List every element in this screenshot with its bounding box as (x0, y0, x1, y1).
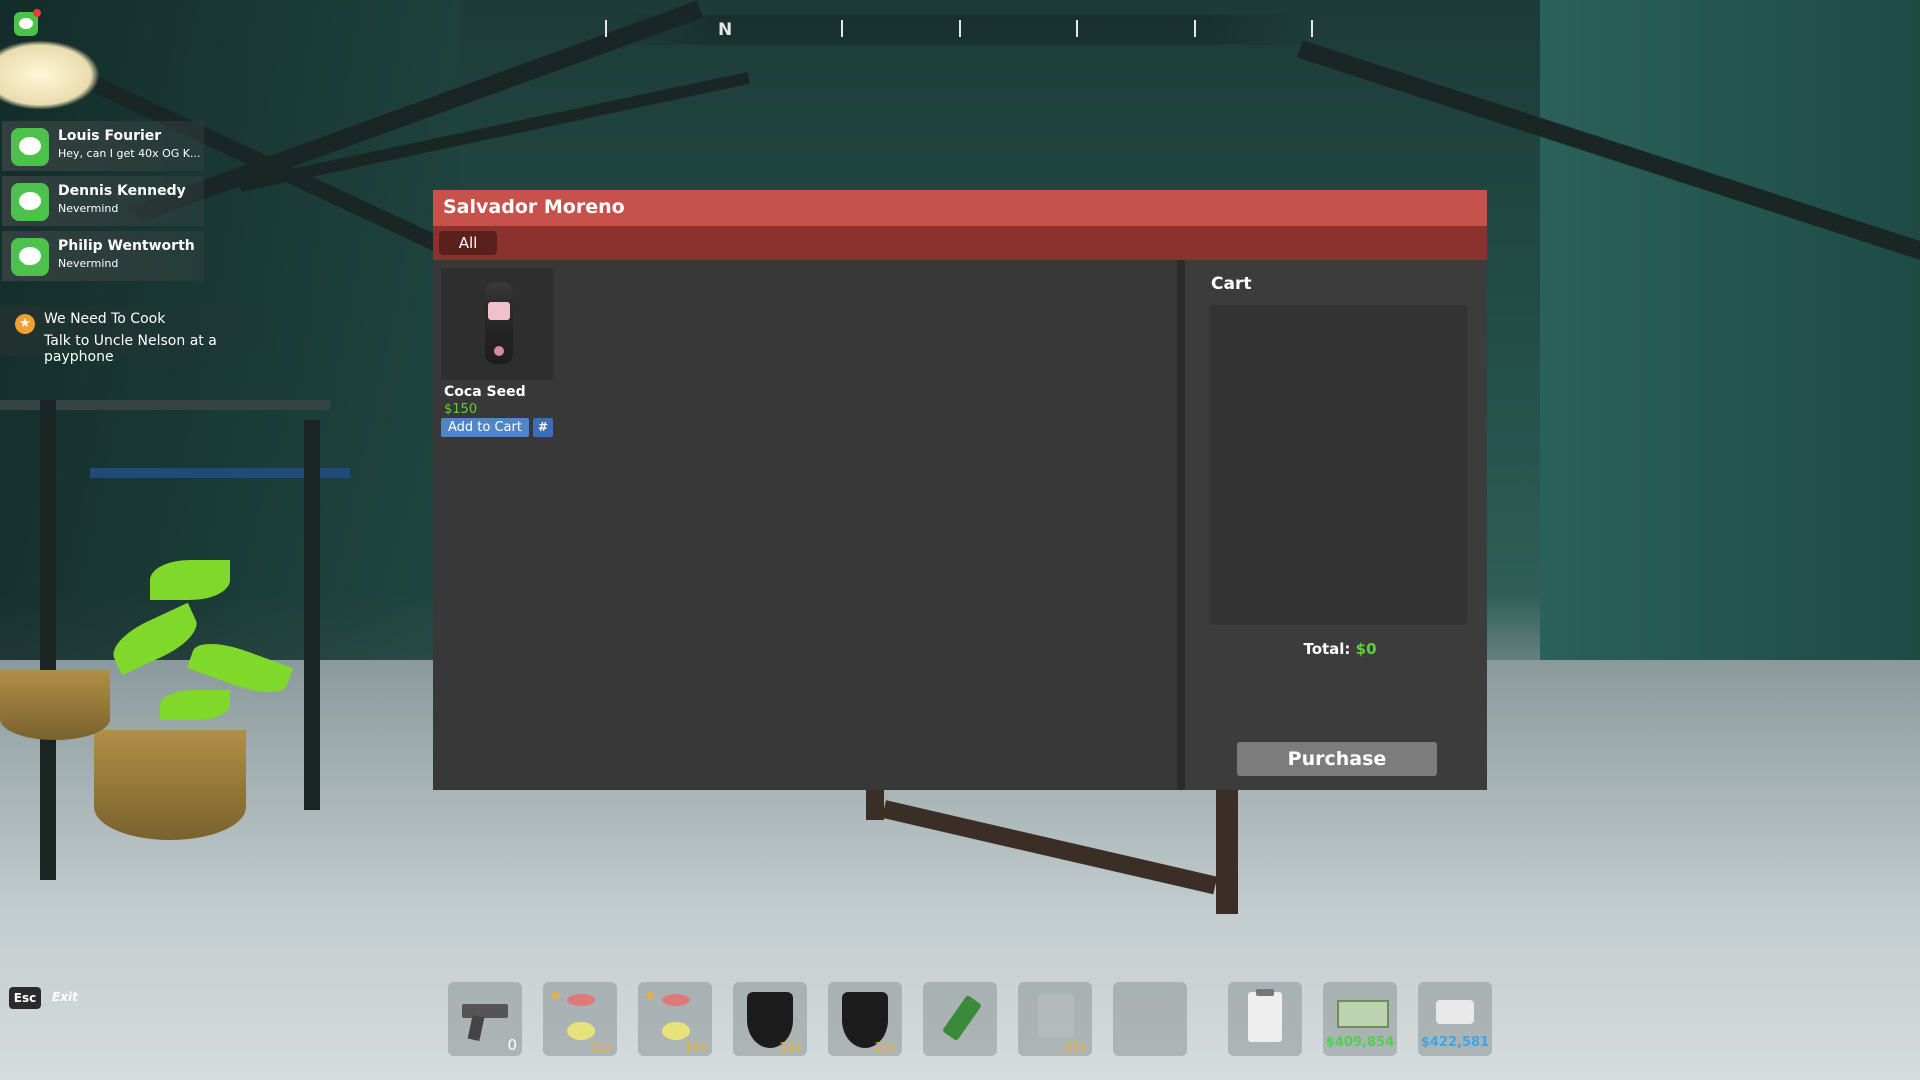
hotbar-slot-8[interactable] (1113, 982, 1187, 1056)
table-leg (1216, 790, 1238, 914)
phone-messages-icon[interactable] (14, 9, 41, 36)
bud-icon (662, 1022, 690, 1040)
pole (304, 420, 320, 810)
hotbar-slot-5[interactable]: 22x (828, 982, 902, 1056)
compass-tick (1194, 20, 1196, 37)
slot-quantity: 21x (589, 1040, 612, 1054)
compass-tick (1311, 20, 1313, 37)
hotbar-slot-6[interactable] (923, 982, 997, 1056)
hotbar-slot-1[interactable]: 0 (448, 982, 522, 1056)
quest-star-icon: ★ (15, 314, 35, 334)
message-notification[interactable]: Louis Fourier Hey, can I get 40x OG K... (2, 121, 204, 171)
message-preview: Nevermind (58, 202, 119, 215)
clipboard-icon (1248, 989, 1282, 1042)
message-notification[interactable]: Philip Wentworth Nevermind (2, 231, 204, 281)
hotbar-slot-3[interactable]: ★ 18x (638, 982, 712, 1056)
compass-bar: N (605, 15, 1315, 45)
bud-icon (662, 994, 690, 1006)
add-to-cart-button[interactable]: Add to Cart (441, 418, 529, 437)
chat-bubble-icon (11, 183, 49, 221)
compass-tick (605, 20, 607, 37)
jar-icon (1038, 994, 1074, 1038)
panel-divider (1177, 260, 1185, 790)
shop-item-list: Coca Seed $150 Add to Cart # (433, 260, 1177, 790)
slot-quantity: 18x (684, 1040, 707, 1054)
purchase-button[interactable]: Purchase (1237, 742, 1437, 776)
esc-key[interactable]: Esc (9, 987, 41, 1009)
shop-item: Coca Seed $150 Add to Cart # (441, 268, 553, 448)
item-price: $150 (444, 402, 478, 417)
item-thumbnail (441, 268, 553, 380)
chat-bubble-icon (11, 128, 49, 166)
sender-name: Louis Fourier (58, 128, 162, 144)
quest-tracker: ★ We Need To Cook Talk to Uncle Nelson a… (0, 306, 290, 365)
bud-icon (567, 994, 595, 1006)
cart-panel: Cart Total: $0 Purchase (1185, 260, 1487, 790)
hotbar-slot-2[interactable]: ★ 21x (543, 982, 617, 1056)
cart-total: Total: $0 (1185, 640, 1495, 658)
shop-header: Salvador Moreno (433, 190, 1487, 226)
plant-leaf (150, 560, 230, 600)
total-label: Total: (1303, 640, 1351, 658)
compass-heading: N (718, 20, 733, 40)
plant-leaf (160, 690, 230, 720)
clipboard-slot[interactable] (1228, 982, 1302, 1056)
hotbar-slot-4[interactable]: 22x (733, 982, 807, 1056)
message-preview: Nevermind (58, 257, 119, 270)
quest-title: We Need To Cook (44, 311, 166, 327)
star-icon: ★ (644, 988, 657, 1004)
cash-icon (1337, 1000, 1389, 1028)
category-tabs: All (433, 226, 1487, 260)
compass-tick (841, 20, 843, 37)
compass-tick (1076, 20, 1078, 37)
seed-vial-icon (485, 282, 513, 364)
plant-pot (0, 670, 110, 740)
cash-slot[interactable]: $409,854 (1323, 982, 1397, 1056)
quest-objective: Talk to Uncle Nelson at a payphone (44, 333, 217, 365)
cash-amount: $409,854 (1325, 1035, 1395, 1050)
trimmers-icon (942, 994, 982, 1042)
hotbar-slot-7[interactable]: 22x (1018, 982, 1092, 1056)
compass-tick (959, 20, 961, 37)
plant-pot (94, 730, 246, 840)
cart-items-box (1209, 305, 1467, 625)
slot-quantity: 0 (507, 1036, 517, 1054)
pistol-icon (462, 1004, 508, 1018)
quantity-button[interactable]: # (533, 418, 553, 437)
cart-title: Cart (1211, 274, 1252, 294)
bank-amount: $422,581 (1420, 1035, 1490, 1050)
total-amount: $0 (1355, 640, 1377, 658)
vendor-name: Salvador Moreno (443, 196, 625, 218)
tab-all[interactable]: All (439, 231, 497, 255)
credit-card-icon (1436, 1000, 1474, 1024)
star-icon: ★ (549, 988, 562, 1004)
sender-name: Dennis Kennedy (58, 183, 186, 199)
bank-slot[interactable]: $422,581 (1418, 982, 1492, 1056)
slot-quantity: 22x (1064, 1040, 1087, 1054)
bud-icon (567, 1022, 595, 1040)
slot-quantity: 22x (874, 1040, 897, 1054)
message-notification[interactable]: Dennis Kennedy Nevermind (2, 176, 204, 226)
chat-bubble-icon (11, 238, 49, 276)
exit-label: Exit (52, 990, 78, 1004)
message-preview: Hey, can I get 40x OG K... (58, 147, 201, 160)
pole (40, 400, 56, 880)
sender-name: Philip Wentworth (58, 238, 195, 254)
item-name: Coca Seed (444, 384, 526, 400)
slot-quantity: 22x (779, 1040, 802, 1054)
shop-dialog: Salvador Moreno All Coca Seed $150 Add t… (433, 190, 1487, 790)
